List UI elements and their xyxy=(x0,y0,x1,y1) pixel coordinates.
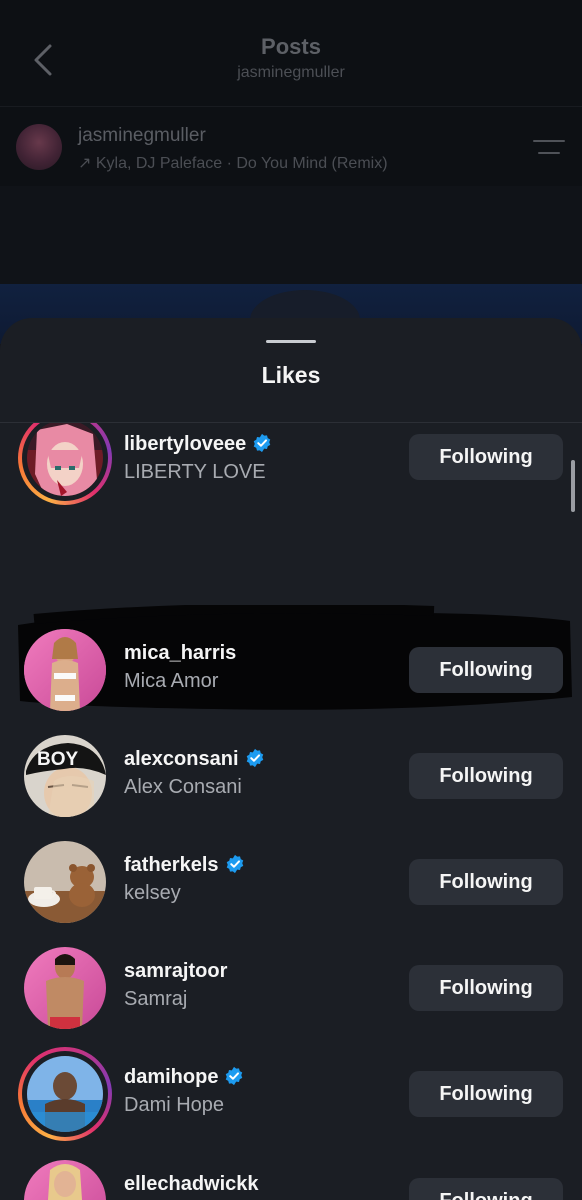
avatar[interactable] xyxy=(24,841,106,923)
following-button[interactable]: Following xyxy=(409,965,563,1011)
full-name: LIBERTY LOVE xyxy=(124,461,266,483)
verified-badge-icon xyxy=(246,748,263,768)
following-button[interactable]: Following xyxy=(409,647,563,693)
username[interactable]: ellechadwickk xyxy=(124,1173,259,1196)
full-name: kelsey xyxy=(124,882,181,904)
avatar[interactable] xyxy=(24,1160,106,1200)
scrollbar[interactable] xyxy=(571,460,575,512)
username-text[interactable]: libertyloveee xyxy=(124,433,246,455)
verified-badge-icon xyxy=(254,433,271,453)
following-button[interactable]: Following xyxy=(409,859,563,905)
post-author-avatar[interactable] xyxy=(16,124,62,170)
list-item[interactable]: mica_harris Mica Amor Following xyxy=(0,623,582,715)
username[interactable]: mica_harris xyxy=(124,642,236,665)
page-title: Posts xyxy=(261,34,321,59)
post-author-username[interactable]: jasminegmuller xyxy=(78,125,206,147)
username-text[interactable]: mica_harris xyxy=(124,642,236,664)
following-button[interactable]: Following xyxy=(409,1178,563,1200)
list-item[interactable]: samrajtoor Samraj Following xyxy=(0,941,582,1033)
username[interactable]: damihope xyxy=(124,1066,244,1089)
avatar[interactable] xyxy=(27,423,103,496)
following-button[interactable]: Following xyxy=(409,434,563,480)
story-ring xyxy=(18,1047,112,1141)
following-button[interactable]: Following xyxy=(409,753,563,799)
sheet-title: Likes xyxy=(261,362,321,388)
username[interactable]: libertyloveee xyxy=(124,433,272,456)
username-text[interactable]: fatherkels xyxy=(124,854,219,876)
more-options-icon[interactable] xyxy=(533,138,565,158)
full-name: Alex Consani xyxy=(124,776,242,798)
verified-badge-icon xyxy=(226,854,243,874)
avatar[interactable] xyxy=(24,947,106,1029)
page-subtitle: jasminegmuller xyxy=(237,64,345,81)
username[interactable]: alexconsani xyxy=(124,748,265,771)
username-text[interactable]: alexconsani xyxy=(124,748,239,770)
likes-list[interactable]: libertyloveee LIBERTY LOVE Following mic… xyxy=(0,423,582,1200)
list-item[interactable]: damihope Dami Hope Following xyxy=(0,1047,582,1141)
username[interactable]: fatherkels xyxy=(124,854,245,877)
avatar[interactable]: BOY xyxy=(24,735,106,817)
username[interactable]: samrajtoor xyxy=(124,960,227,983)
list-item[interactable]: ellechadwickk Following xyxy=(0,1154,582,1200)
story-ring xyxy=(18,423,112,505)
list-item[interactable]: BOY alexconsani Alex Consani Following xyxy=(0,729,582,821)
sheet-grabber[interactable] xyxy=(266,340,316,343)
list-item[interactable]: libertyloveee LIBERTY LOVE Following xyxy=(0,423,582,515)
cap-text: BOY xyxy=(37,749,79,770)
full-name: Mica Amor xyxy=(124,670,219,692)
username-text[interactable]: damihope xyxy=(124,1066,218,1088)
verified-badge-icon xyxy=(226,1066,243,1086)
list-item[interactable]: fatherkels kelsey Following xyxy=(0,835,582,927)
avatar[interactable] xyxy=(27,1056,103,1132)
likes-sheet: Likes libertyloveee LIBERTY LOVE Followi… xyxy=(0,318,582,1200)
username-text[interactable]: ellechadwickk xyxy=(124,1173,259,1195)
full-name: Dami Hope xyxy=(124,1094,225,1116)
post-header: jasminegmuller ↗ Kyla, DJ Paleface · Do … xyxy=(0,107,582,185)
top-nav: Posts jasminegmuller xyxy=(0,0,582,106)
post-music-label[interactable]: ↗ Kyla, DJ Paleface · Do You Mind (Remix… xyxy=(78,153,388,173)
avatar[interactable] xyxy=(24,629,106,711)
following-button[interactable]: Following xyxy=(409,1071,563,1117)
username-text[interactable]: samrajtoor xyxy=(124,960,227,982)
full-name: Samraj xyxy=(124,988,188,1010)
